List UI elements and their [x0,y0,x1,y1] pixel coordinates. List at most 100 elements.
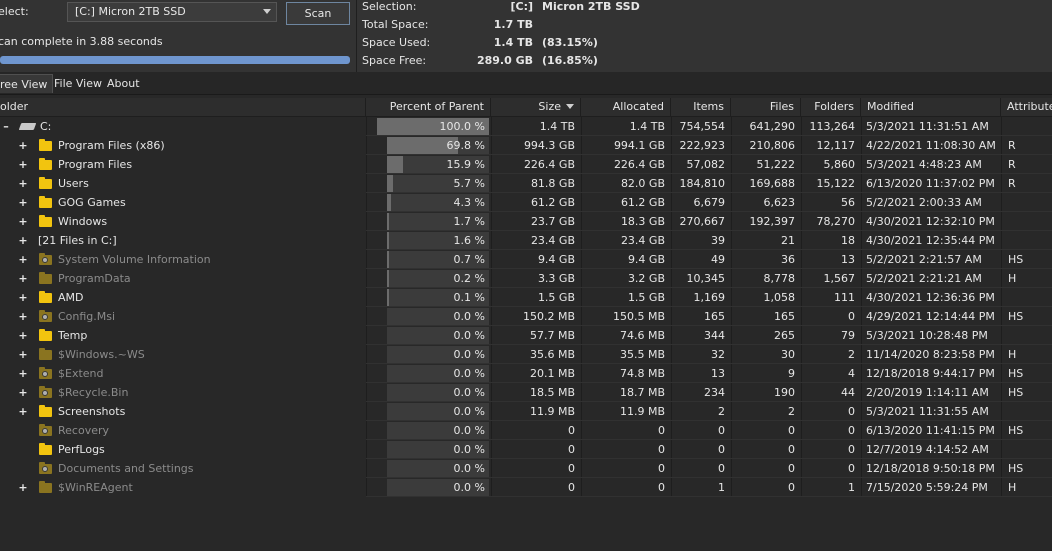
folder-name[interactable]: AMD [58,288,84,307]
modified-cell: 5/3/2021 11:31:55 AM [866,405,989,418]
table-row[interactable]: + Config.Msi 0.0 % 150.2 MB 150.5 MB 165 165 0 4… [0,307,1052,326]
folder-name[interactable]: ProgramData [58,269,131,288]
table-row[interactable]: + $Extend 0.0 % 20.1 MB 74.8 MB 13 9 4 12/18/201… [0,364,1052,383]
modified-cell: 5/2/2021 2:21:57 AM [866,253,982,266]
table-row[interactable]: + System Volume Information 0.7 % 9.4 GB 9.4… [0,250,1052,269]
column-header-size[interactable]: Size [491,98,581,116]
folder-name[interactable]: Windows [58,212,107,231]
files-cell: 641,290 [749,120,796,133]
column-divider [366,402,367,421]
size-cell: 3.3 GB [537,272,575,285]
table-row[interactable]: + $Windows.~WS 0.0 % 35.6 MB 35.5 MB 32 30 2 11/… [0,345,1052,364]
folder-icon [39,158,52,170]
column-header-files[interactable]: Files [731,98,801,116]
attributes-cell: HS [1008,367,1024,380]
table-row[interactable]: – C: 100.0 % 1.4 TB 1.4 TB 754,554 641,290 113,… [0,117,1052,136]
table-row[interactable]: + Program Files (x86) 69.8 % 994.3 GB 994.1 … [0,136,1052,155]
table-row[interactable]: PerfLogs 0.0 % 0 0 0 0 0 12/7/2019 4:14:52 AM [0,440,1052,459]
tab-tree-view[interactable]: ree View [0,74,54,93]
column-header-attributes[interactable]: Attributes [1001,98,1052,116]
column-header-percent[interactable]: Percent of Parent [366,98,491,116]
folder-name[interactable]: $Extend [58,364,104,383]
column-divider [581,440,582,459]
expand-icon[interactable]: + [17,326,29,345]
folder-name[interactable]: PerfLogs [58,440,105,459]
expand-icon[interactable]: + [17,231,29,250]
column-divider [861,440,862,459]
folder-name[interactable]: Temp [58,326,87,345]
table-row[interactable]: + GOG Games 4.3 % 61.2 GB 61.2 GB 6,679 6,623 5… [0,193,1052,212]
expand-icon[interactable]: + [17,174,29,193]
folder-name[interactable]: $Recycle.Bin [58,383,128,402]
expand-icon[interactable]: + [17,193,29,212]
expand-icon[interactable]: + [17,155,29,174]
scan-button[interactable]: Scan [286,2,350,25]
folder-name[interactable]: Program Files [58,155,132,174]
folder-name[interactable]: Program Files (x86) [58,136,165,155]
folder-name[interactable]: [21 Files in C:] [38,231,117,250]
table-row[interactable]: + Users 5.7 % 81.8 GB 82.0 GB 184,810 169,688 1… [0,174,1052,193]
column-divider [1001,288,1002,307]
column-divider [801,174,802,193]
folder-name[interactable]: GOG Games [58,193,126,212]
collapse-icon[interactable]: – [0,117,12,136]
folder-name[interactable]: Screenshots [58,402,125,421]
table-row[interactable]: + $Recycle.Bin 0.0 % 18.5 MB 18.7 MB 234 190 44… [0,383,1052,402]
table-row[interactable]: + Temp 0.0 % 57.7 MB 74.6 MB 344 265 79 5/3/2021… [0,326,1052,345]
folder-name[interactable]: System Volume Information [58,250,211,269]
expand-icon[interactable]: + [17,345,29,364]
folder-name[interactable]: $WinREAgent [58,478,133,497]
folders-cell: 0 [848,310,855,323]
expand-icon[interactable]: + [17,288,29,307]
column-divider [801,250,802,269]
folder-name[interactable]: Recovery [58,421,109,440]
folder-name[interactable]: Users [58,174,89,193]
percent-cell: 0.0 % [366,307,491,326]
folder-name[interactable]: C: [40,117,51,136]
column-divider [491,288,492,307]
column-header-modified[interactable]: Modified [861,98,1001,116]
files-cell: 190 [774,386,795,399]
column-divider [671,155,672,174]
table-row[interactable]: + $WinREAgent 0.0 % 0 0 1 0 1 7/15/2020 5:59:24 … [0,478,1052,497]
column-divider [861,136,862,155]
column-divider [671,212,672,231]
column-header-items[interactable]: Items [671,98,731,116]
table-row[interactable]: + Program Files 15.9 % 226.4 GB 226.4 GB 57,0… [0,155,1052,174]
column-divider [671,383,672,402]
expand-icon[interactable]: + [17,250,29,269]
table-row[interactable]: + [21 Files in C:] 1.6 % 23.4 GB 23.4 GB 39 21… [0,231,1052,250]
tab-about[interactable]: About [102,74,145,93]
expand-icon[interactable]: + [17,307,29,326]
column-header-allocated[interactable]: Allocated [581,98,671,116]
expand-icon[interactable]: + [17,269,29,288]
table-row[interactable]: Documents and Settings 0.0 % 0 0 0 0 0 12/18/20… [0,459,1052,478]
percent-value: 0.0 % [453,310,485,323]
folder-name[interactable]: $Windows.~WS [58,345,145,364]
expand-icon[interactable]: + [17,402,29,421]
size-cell: 0 [568,462,575,475]
drive-select[interactable]: [C:] Micron 2TB SSD [67,2,277,22]
table-row[interactable]: + AMD 0.1 % 1.5 GB 1.5 GB 1,169 1,058 111 4/30/2… [0,288,1052,307]
expand-icon[interactable]: + [17,136,29,155]
folder-name[interactable]: Config.Msi [58,307,115,326]
table-row[interactable]: + ProgramData 0.2 % 3.3 GB 3.2 GB 10,345 8,778… [0,269,1052,288]
column-divider [801,117,802,136]
column-divider [671,459,672,478]
expand-icon[interactable]: + [17,212,29,231]
column-header-folders[interactable]: Folders [801,98,861,116]
tab-file-view[interactable]: File View [49,74,107,93]
files-cell: 192,397 [749,215,796,228]
table-row[interactable]: + Windows 1.7 % 23.7 GB 18.3 GB 270,667 192,39… [0,212,1052,231]
selection-row: Selection: [C:] Micron 2TB SSD [362,0,662,18]
table-row[interactable]: + Screenshots 0.0 % 11.9 MB 11.9 MB 2 2 0 5/3/20… [0,402,1052,421]
folder-name[interactable]: Documents and Settings [58,459,194,478]
view-tabs: ree View File View About [0,72,1052,95]
size-cell: 1.5 GB [537,291,575,304]
expand-icon[interactable]: + [17,478,29,497]
expand-icon[interactable]: + [17,364,29,383]
table-row[interactable]: Recovery 0.0 % 0 0 0 0 0 6/13/2020 11:41:15 PM H… [0,421,1052,440]
expand-icon[interactable]: + [17,383,29,402]
space-free-percent: (16.85%) [542,54,598,67]
column-header-folder[interactable]: older [0,98,366,116]
